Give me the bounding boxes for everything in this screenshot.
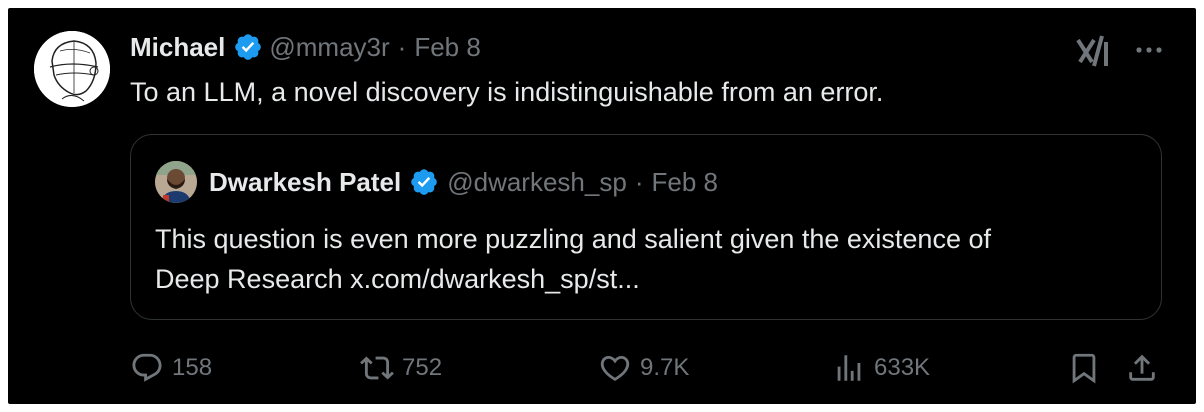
share-button[interactable] bbox=[1124, 348, 1160, 388]
avatar-photo-image bbox=[155, 161, 197, 203]
views-icon bbox=[837, 355, 861, 381]
grok-icon[interactable] bbox=[1072, 32, 1114, 70]
quoted-tweet[interactable]: Dwarkesh Patel @dwarkesh_sp · Feb 8 This… bbox=[130, 134, 1162, 320]
meta-separator: · bbox=[634, 166, 644, 197]
bookmark-button[interactable] bbox=[1066, 348, 1102, 388]
quoted-tweet-date[interactable]: Feb 8 bbox=[651, 167, 718, 198]
repost-icon bbox=[360, 356, 394, 380]
avatar-sketch-image bbox=[34, 31, 110, 107]
quoted-text-line-1: This question is even more puzzling and … bbox=[155, 224, 991, 254]
repost-count: 752 bbox=[402, 354, 443, 381]
more-icon[interactable] bbox=[1128, 34, 1170, 66]
heart-icon bbox=[600, 355, 630, 381]
views-button[interactable]: 633K bbox=[832, 348, 930, 388]
reply-count: 158 bbox=[172, 354, 213, 381]
repost-button[interactable]: 752 bbox=[360, 348, 442, 388]
like-button[interactable]: 9.7K bbox=[598, 348, 689, 388]
quoted-tweet-text: This question is even more puzzling and … bbox=[155, 219, 1145, 299]
tweet-header: Michael @mmay3r · Feb 8 bbox=[130, 30, 481, 64]
author-avatar[interactable] bbox=[34, 31, 110, 107]
share-icon bbox=[1129, 354, 1155, 381]
author-handle[interactable]: @mmay3r bbox=[269, 32, 389, 63]
author-name[interactable]: Michael bbox=[130, 32, 225, 63]
quoted-tweet-header: Dwarkesh Patel @dwarkesh_sp · Feb 8 bbox=[209, 165, 718, 199]
tweet-date[interactable]: Feb 8 bbox=[414, 32, 481, 63]
quoted-author-handle[interactable]: @dwarkesh_sp bbox=[447, 167, 627, 198]
views-count: 633K bbox=[874, 354, 931, 381]
like-count: 9.7K bbox=[640, 354, 690, 381]
tweet-text: To an LLM, a novel discovery is indistin… bbox=[130, 77, 884, 107]
reply-icon bbox=[132, 353, 162, 382]
meta-separator: · bbox=[397, 31, 407, 62]
tweet-card[interactable]: Michael @mmay3r · Feb 8 To an LLM, a nov… bbox=[8, 8, 1196, 404]
quoted-author-avatar[interactable] bbox=[155, 161, 197, 203]
quoted-text-line-2: Deep Research x.com/dwarkesh_sp/st... bbox=[155, 264, 640, 294]
bookmark-icon bbox=[1072, 353, 1096, 384]
reply-button[interactable]: 158 bbox=[130, 348, 212, 388]
quoted-author-name[interactable]: Dwarkesh Patel bbox=[209, 167, 401, 198]
verified-badge-icon bbox=[411, 169, 438, 195]
verified-badge-icon bbox=[235, 34, 262, 60]
